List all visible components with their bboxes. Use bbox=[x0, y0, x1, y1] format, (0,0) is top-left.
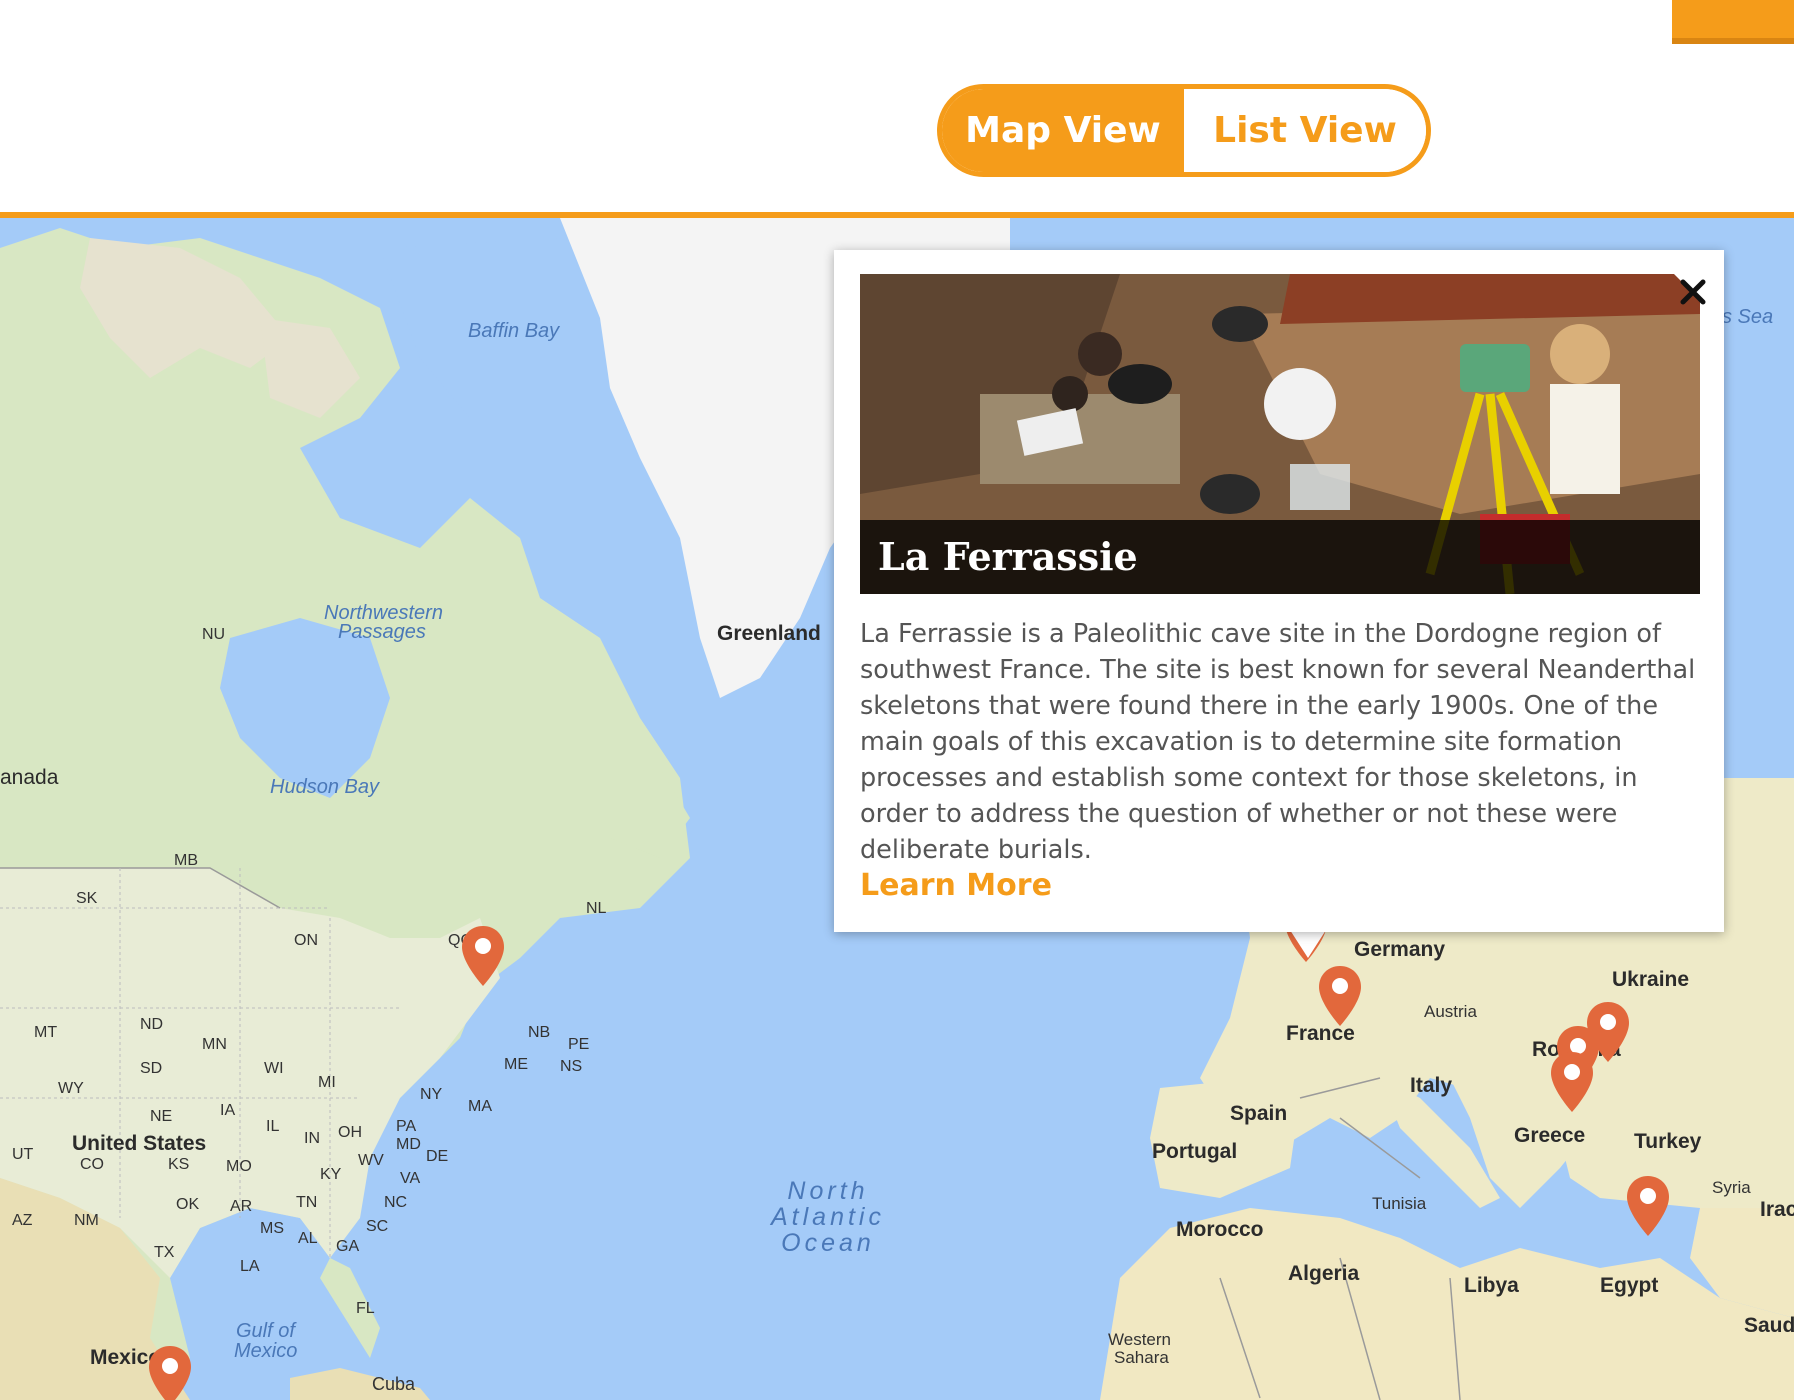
label-sea: s Sea bbox=[1722, 306, 1774, 328]
label-austria: Austria bbox=[1424, 1002, 1477, 1021]
label-mb: MB bbox=[174, 852, 198, 869]
label-nm: NM bbox=[74, 1212, 99, 1229]
popup-title-bar: La Ferrassie bbox=[860, 520, 1700, 594]
label-northwestern-passages-2: Passages bbox=[338, 621, 426, 643]
label-ks: KS bbox=[168, 1156, 190, 1173]
label-fl: FL bbox=[356, 1300, 375, 1317]
label-ut: UT bbox=[12, 1146, 34, 1163]
site-photo: La Ferrassie bbox=[860, 274, 1700, 594]
map-marker-massachusetts[interactable] bbox=[460, 924, 506, 988]
label-ms: MS bbox=[260, 1220, 284, 1237]
label-mi: MI bbox=[318, 1074, 336, 1091]
label-al: AL bbox=[298, 1230, 318, 1247]
label-nc: NC bbox=[384, 1194, 408, 1211]
label-tn: TN bbox=[296, 1194, 318, 1211]
label-atlantic: Atlantic bbox=[771, 1203, 885, 1231]
label-baffin-bay: Baffin Bay bbox=[468, 320, 560, 342]
label-me: ME bbox=[504, 1056, 528, 1073]
label-united-states: United States bbox=[72, 1132, 207, 1155]
label-wy: WY bbox=[58, 1080, 84, 1097]
label-north: North bbox=[787, 1177, 869, 1205]
label-ky: KY bbox=[320, 1166, 342, 1183]
label-pa: PA bbox=[396, 1118, 417, 1135]
label-co: CO bbox=[80, 1156, 104, 1173]
label-wi: WI bbox=[264, 1060, 284, 1077]
view-toggle: Map View List View bbox=[937, 84, 1431, 177]
map-marker-greece-2[interactable] bbox=[1549, 1050, 1595, 1114]
label-mn: MN bbox=[202, 1036, 227, 1053]
label-north-atlantic-ocean: North Atlantic Ocean bbox=[768, 1178, 888, 1256]
label-mt: MT bbox=[34, 1024, 58, 1041]
label-germany: Germany bbox=[1354, 938, 1446, 961]
label-ia: IA bbox=[220, 1102, 236, 1119]
label-tunisia: Tunisia bbox=[1372, 1194, 1427, 1213]
label-italy: Italy bbox=[1410, 1074, 1453, 1097]
label-algeria: Algeria bbox=[1288, 1262, 1360, 1285]
label-nb: NB bbox=[528, 1024, 551, 1041]
list-view-button[interactable]: List View bbox=[1184, 89, 1426, 172]
label-pe: PE bbox=[568, 1036, 590, 1053]
label-nd: ND bbox=[140, 1016, 164, 1033]
label-nl: NL bbox=[586, 900, 607, 917]
label-ocean: Ocean bbox=[781, 1229, 875, 1257]
site-info-popup: La Ferrassie La Ferrassie is a Paleolith… bbox=[834, 250, 1724, 932]
label-morocco: Morocco bbox=[1176, 1218, 1264, 1241]
map-marker-egypt[interactable] bbox=[1625, 1174, 1671, 1238]
label-turkey: Turkey bbox=[1634, 1130, 1702, 1153]
label-oh: OH bbox=[338, 1124, 362, 1141]
label-greenland: Greenland bbox=[717, 622, 821, 645]
map-view-button[interactable]: Map View bbox=[942, 89, 1184, 172]
label-libya: Libya bbox=[1464, 1274, 1519, 1297]
popup-title: La Ferrassie bbox=[878, 534, 1138, 579]
corner-tab[interactable] bbox=[1672, 0, 1794, 44]
popup-pointer bbox=[1290, 930, 1326, 958]
label-wv: WV bbox=[358, 1152, 384, 1169]
label-ns: NS bbox=[560, 1058, 583, 1075]
label-md: MD bbox=[396, 1136, 421, 1153]
label-sk: SK bbox=[76, 890, 98, 907]
label-tx: TX bbox=[154, 1244, 175, 1261]
label-canada: anada bbox=[0, 766, 59, 789]
label-nu: NU bbox=[202, 626, 226, 643]
page-header: Map View List View bbox=[0, 0, 1794, 212]
label-syria: Syria bbox=[1712, 1178, 1751, 1197]
iberia-land bbox=[1150, 1078, 1300, 1198]
label-ok: OK bbox=[176, 1196, 200, 1213]
label-cuba: Cuba bbox=[372, 1374, 416, 1394]
map-marker-mexico[interactable] bbox=[147, 1344, 193, 1400]
label-de: DE bbox=[426, 1148, 449, 1165]
label-ny: NY bbox=[420, 1086, 443, 1103]
label-ma: MA bbox=[468, 1098, 492, 1115]
label-western-sahara-2: Sahara bbox=[1114, 1348, 1169, 1367]
close-icon[interactable] bbox=[1668, 268, 1718, 318]
label-western-sahara: Western bbox=[1108, 1330, 1171, 1349]
label-sc: SC bbox=[366, 1218, 389, 1235]
map-marker-southern-france[interactable] bbox=[1317, 964, 1363, 1028]
popup-description: La Ferrassie is a Paleolithic cave site … bbox=[860, 619, 1696, 865]
label-egypt: Egypt bbox=[1600, 1274, 1659, 1297]
label-la: LA bbox=[240, 1258, 260, 1275]
label-in: IN bbox=[304, 1130, 320, 1147]
label-hudson-bay: Hudson Bay bbox=[270, 776, 379, 798]
label-ne: NE bbox=[150, 1108, 173, 1125]
label-gulf-of-mexico-2: Mexico bbox=[234, 1340, 298, 1362]
label-ga: GA bbox=[336, 1238, 360, 1255]
label-ar: AR bbox=[230, 1198, 253, 1215]
label-greece: Greece bbox=[1514, 1124, 1586, 1147]
label-va: VA bbox=[400, 1170, 421, 1187]
label-spain: Spain bbox=[1230, 1102, 1288, 1125]
label-ukraine: Ukraine bbox=[1612, 968, 1690, 991]
label-on: ON bbox=[294, 932, 318, 949]
label-az: AZ bbox=[12, 1212, 33, 1229]
learn-more-link[interactable]: Learn More bbox=[860, 868, 1052, 903]
label-portugal: Portugal bbox=[1152, 1140, 1238, 1163]
label-sd: SD bbox=[140, 1060, 163, 1077]
label-iraq: Irac bbox=[1760, 1198, 1794, 1221]
label-il: IL bbox=[266, 1118, 280, 1135]
label-saudi: Saud bbox=[1744, 1314, 1794, 1337]
label-mo: MO bbox=[226, 1158, 252, 1175]
